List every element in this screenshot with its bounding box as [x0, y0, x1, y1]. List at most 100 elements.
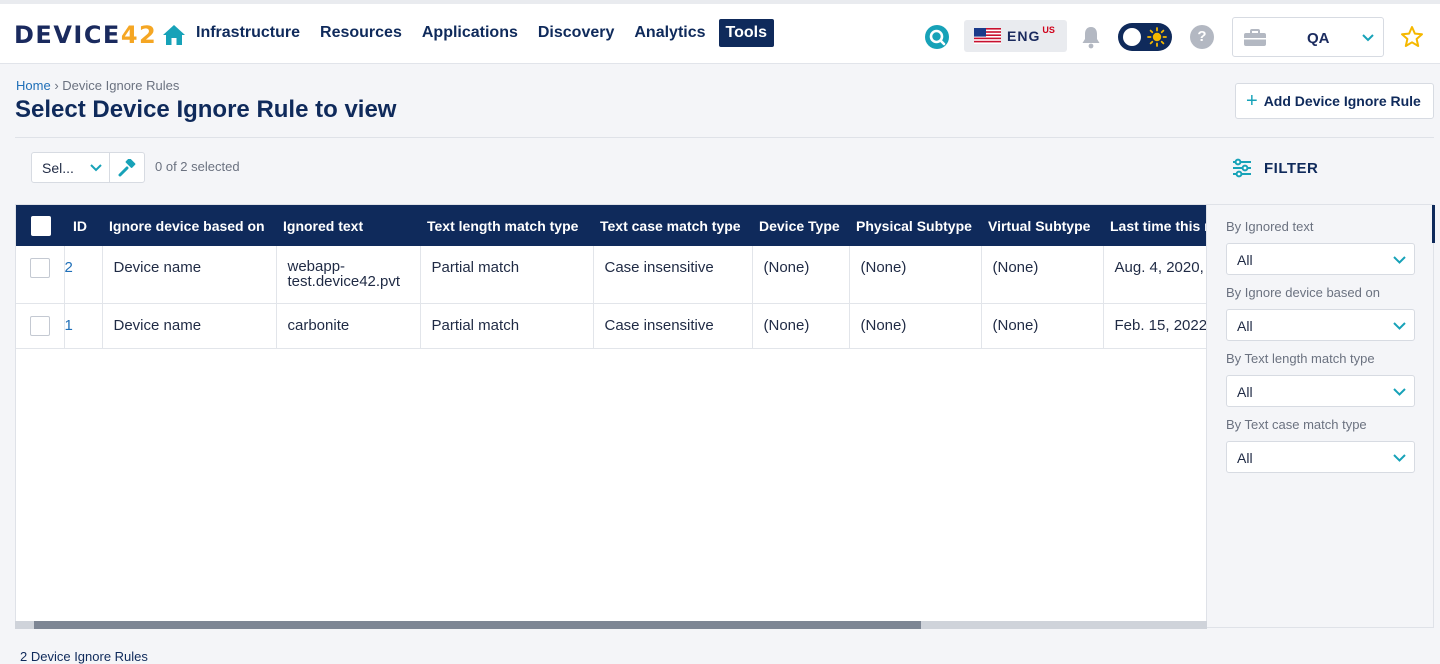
tenant-name: QA — [1307, 30, 1330, 47]
filter-value: All — [1237, 384, 1253, 400]
row-virtual-subtype: (None) — [981, 246, 1104, 304]
row-id-link[interactable]: 1 — [64, 303, 103, 349]
nav-applications[interactable]: Applications — [415, 19, 525, 47]
chevron-down-icon — [1362, 34, 1374, 42]
main-nav: Infrastructure Resources Applications Di… — [196, 19, 780, 47]
filter-label-length-match: By Text length match type — [1226, 351, 1375, 366]
column-header-device-type[interactable]: Device Type — [752, 205, 849, 246]
filter-select-case-match[interactable]: All — [1226, 441, 1415, 473]
table-row[interactable]: 1 Device name carbonite Partial match Ca… — [16, 303, 1206, 349]
filter-value: All — [1237, 252, 1253, 268]
scrollbar-thumb[interactable] — [34, 621, 921, 629]
nav-resources[interactable]: Resources — [313, 19, 409, 47]
us-flag-icon — [974, 28, 1001, 44]
run-action-button[interactable] — [110, 153, 144, 182]
nav-discovery[interactable]: Discovery — [531, 19, 622, 47]
logo-text: DEVICE — [14, 21, 121, 49]
row-select-cell — [16, 303, 65, 349]
chevron-down-icon — [1393, 454, 1406, 462]
column-header-id[interactable]: ID — [64, 205, 102, 246]
record-count: 2 Device Ignore Rules — [20, 649, 148, 664]
column-header-physical-subtype[interactable]: Physical Subtype — [849, 205, 981, 246]
filter-select-ignored-text[interactable]: All — [1226, 243, 1415, 275]
nav-analytics[interactable]: Analytics — [627, 19, 712, 47]
filter-label: FILTER — [1264, 159, 1319, 177]
filter-panel-edge — [1432, 205, 1435, 243]
row-length-match: Partial match — [420, 303, 594, 349]
breadcrumb-home[interactable]: Home — [16, 78, 51, 93]
row-last-time: Feb. 15, 2022, 3:41 p.m. — [1103, 303, 1206, 349]
header-divider — [15, 137, 1434, 138]
sun-icon — [1147, 27, 1167, 47]
filter-sliders-icon — [1233, 158, 1251, 178]
filter-label-based-on: By Ignore device based on — [1226, 285, 1380, 300]
hammer-icon — [118, 158, 136, 176]
chevron-down-icon — [1393, 388, 1406, 396]
plus-icon: + — [1246, 90, 1258, 112]
row-checkbox[interactable] — [30, 258, 50, 278]
filter-select-based-on[interactable]: All — [1226, 309, 1415, 341]
breadcrumb-current: Device Ignore Rules — [62, 78, 180, 93]
breadcrumb: Home › Device Ignore Rules — [16, 78, 179, 93]
selection-count: 0 of 2 selected — [155, 159, 240, 174]
select-all-checkbox[interactable] — [31, 215, 51, 236]
row-id-link[interactable]: 2 — [64, 246, 103, 304]
horizontal-scrollbar[interactable] — [15, 621, 1207, 629]
bulk-action-label: Sel... — [42, 159, 74, 176]
column-header-ignored-text[interactable]: Ignored text — [276, 205, 420, 246]
table-row[interactable]: 2 Device name webapp-test.device42.pvt P… — [16, 246, 1206, 304]
row-device-type: (None) — [752, 303, 850, 349]
column-header-based-on[interactable]: Ignore device based on — [102, 205, 276, 246]
rules-table: ID Ignore device based on Ignored text T… — [16, 205, 1206, 349]
filter-value: All — [1237, 450, 1253, 466]
row-case-match: Case insensitive — [593, 246, 753, 304]
favorite-star-icon[interactable] — [1400, 25, 1424, 49]
row-length-match: Partial match — [420, 246, 594, 304]
column-header-length-match[interactable]: Text length match type — [420, 205, 593, 246]
chevron-down-icon — [1393, 256, 1406, 264]
toggle-knob — [1123, 28, 1141, 46]
row-device-type: (None) — [752, 246, 850, 304]
filter-label-ignored-text: By Ignored text — [1226, 219, 1314, 234]
row-based-on: Device name — [102, 303, 277, 349]
language-code: ENG — [1007, 28, 1041, 44]
notifications-bell-icon[interactable] — [1080, 25, 1102, 49]
home-icon[interactable] — [162, 24, 186, 46]
briefcase-icon — [1244, 29, 1266, 46]
row-physical-subtype: (None) — [849, 246, 982, 304]
row-ignored-text: carbonite — [276, 303, 421, 349]
nav-tools[interactable]: Tools — [718, 19, 774, 47]
add-device-ignore-rule-button[interactable]: + Add Device Ignore Rule — [1235, 83, 1434, 119]
row-based-on: Device name — [102, 246, 277, 304]
filter-label-case-match: By Text case match type — [1226, 417, 1367, 432]
language-selector[interactable]: ENG US — [964, 20, 1067, 52]
tenant-selector[interactable]: QA — [1232, 17, 1384, 57]
logo-accent: 42 — [120, 21, 158, 49]
row-ignored-text: webapp-test.device42.pvt — [276, 246, 421, 304]
filter-toggle[interactable]: FILTER — [1232, 158, 1318, 178]
filter-select-length-match[interactable]: All — [1226, 375, 1415, 407]
filter-panel: By Ignored text All By Ignore device bas… — [1207, 204, 1435, 628]
theme-toggle[interactable] — [1118, 23, 1172, 51]
row-select-cell — [16, 246, 65, 304]
page-title: Select Device Ignore Rule to view — [15, 96, 397, 123]
chevron-down-icon — [90, 163, 102, 171]
filter-value: All — [1237, 318, 1253, 334]
help-icon[interactable]: ? — [1190, 25, 1214, 49]
column-header-case-match[interactable]: Text case match type — [593, 205, 752, 246]
bulk-action-select[interactable]: Sel... — [32, 153, 110, 182]
table-header-row: ID Ignore device based on Ignored text T… — [16, 205, 1206, 246]
row-virtual-subtype: (None) — [981, 303, 1104, 349]
device42-logo[interactable]: DEVICE42 — [14, 21, 157, 49]
row-checkbox[interactable] — [30, 315, 50, 336]
bulk-actions-group: Sel... — [31, 152, 145, 183]
breadcrumb-separator: › — [54, 78, 59, 93]
column-header-last-time[interactable]: Last time this rule — [1103, 205, 1206, 246]
row-case-match: Case insensitive — [593, 303, 753, 349]
select-all-cell — [16, 205, 64, 246]
row-last-time: Aug. 4, 2020, 10:12 a.m. — [1103, 246, 1206, 304]
insights-search-icon[interactable] — [924, 24, 950, 50]
column-header-virtual-subtype[interactable]: Virtual Subtype — [981, 205, 1103, 246]
nav-infrastructure[interactable]: Infrastructure — [196, 19, 307, 47]
row-physical-subtype: (None) — [849, 303, 982, 349]
